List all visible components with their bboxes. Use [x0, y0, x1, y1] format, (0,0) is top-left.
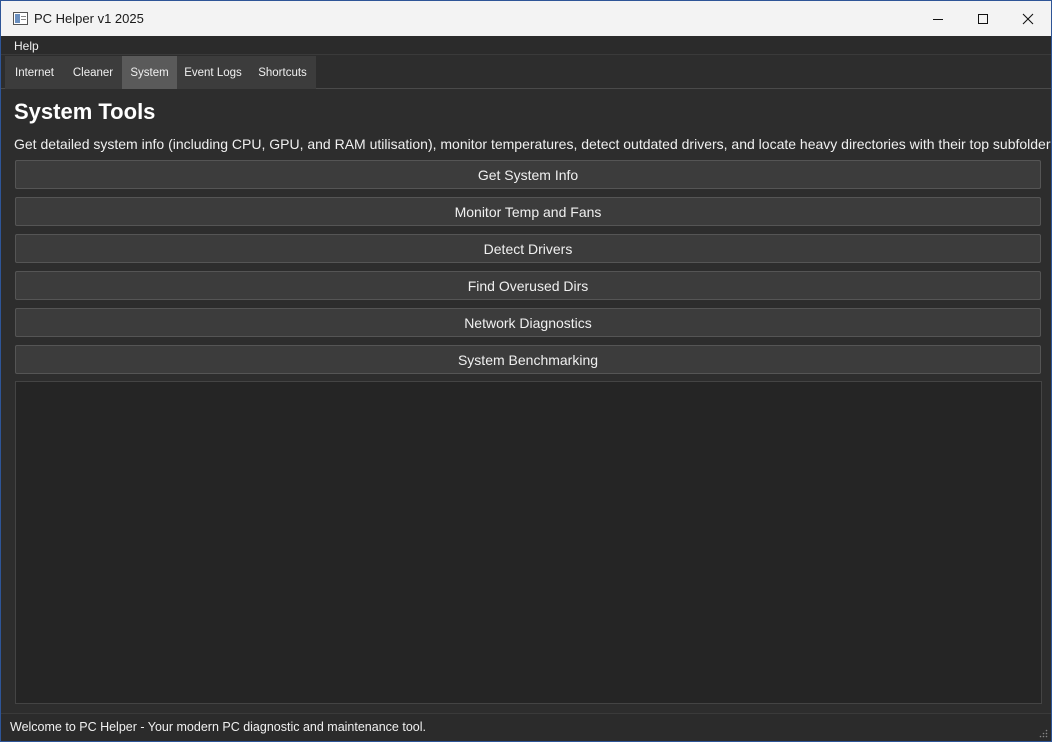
- system-benchmarking-button[interactable]: System Benchmarking: [15, 345, 1041, 374]
- output-text-area[interactable]: [15, 381, 1042, 704]
- page-description: Get detailed system info (including CPU,…: [14, 136, 1052, 152]
- maximize-icon: [978, 13, 988, 24]
- tab-internet[interactable]: Internet: [5, 56, 64, 89]
- monitor-temp-fans-button[interactable]: Monitor Temp and Fans: [15, 197, 1041, 226]
- tab-bar: Internet Cleaner System Event Logs Short…: [1, 56, 1051, 89]
- close-button[interactable]: [1005, 1, 1051, 36]
- tab-cleaner[interactable]: Cleaner: [64, 56, 122, 89]
- minimize-icon: [933, 18, 943, 20]
- app-window-icon: [13, 12, 28, 25]
- close-icon: [1022, 13, 1034, 24]
- app-window: PC Helper v1 2025 Help Internet Cleaner …: [0, 0, 1052, 742]
- title-bar[interactable]: PC Helper v1 2025: [1, 1, 1051, 36]
- find-overused-dirs-button[interactable]: Find Overused Dirs: [15, 271, 1041, 300]
- tab-shortcuts[interactable]: Shortcuts: [249, 56, 316, 89]
- window-title: PC Helper v1 2025: [34, 11, 144, 26]
- get-system-info-button[interactable]: Get System Info: [15, 160, 1041, 189]
- network-diagnostics-button[interactable]: Network Diagnostics: [15, 308, 1041, 337]
- menu-help[interactable]: Help: [14, 39, 39, 53]
- minimize-button[interactable]: [915, 1, 961, 36]
- tab-event-logs[interactable]: Event Logs: [177, 56, 249, 89]
- status-bar: Welcome to PC Helper - Your modern PC di…: [1, 713, 1051, 741]
- menu-bar: Help: [1, 36, 1051, 55]
- resize-grip-icon[interactable]: [1038, 728, 1048, 738]
- tab-system[interactable]: System: [122, 56, 177, 89]
- status-text: Welcome to PC Helper - Your modern PC di…: [10, 720, 426, 734]
- maximize-button[interactable]: [960, 1, 1006, 36]
- page-title: System Tools: [14, 99, 156, 124]
- detect-drivers-button[interactable]: Detect Drivers: [15, 234, 1041, 263]
